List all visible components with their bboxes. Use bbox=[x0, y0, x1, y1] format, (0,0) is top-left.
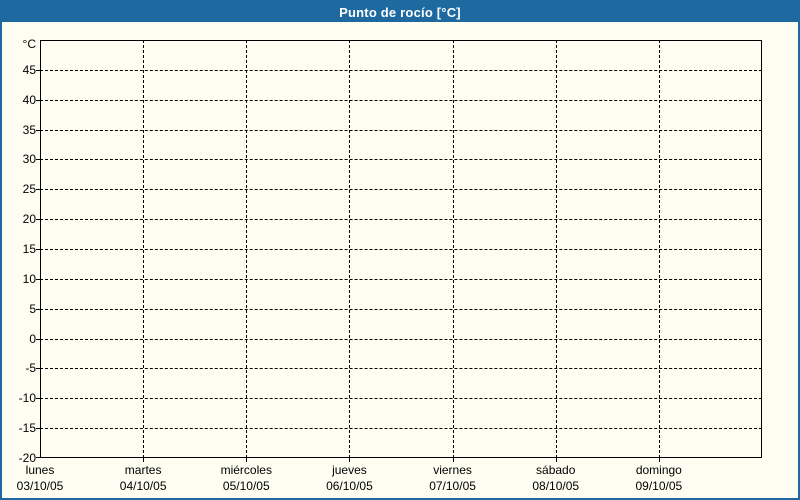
h-gridline bbox=[40, 338, 762, 340]
y-tick-label: 20 bbox=[22, 212, 36, 227]
y-tick-mark bbox=[36, 308, 40, 310]
h-gridline bbox=[40, 278, 762, 280]
x-day-label: jueves bbox=[332, 463, 367, 477]
y-tick-label: 45 bbox=[22, 62, 36, 77]
x-date-label: 06/10/05 bbox=[326, 479, 373, 493]
h-gridline bbox=[40, 368, 762, 370]
x-tick-mark bbox=[349, 458, 351, 462]
x-tick-mark bbox=[452, 458, 454, 462]
y-tick-mark bbox=[36, 189, 40, 191]
h-gridline bbox=[40, 398, 762, 400]
x-date-label: 07/10/05 bbox=[429, 479, 476, 493]
y-tick-mark bbox=[36, 159, 40, 161]
v-gridline bbox=[143, 40, 145, 458]
y-tick-mark bbox=[36, 428, 40, 430]
y-tick-mark bbox=[36, 368, 40, 370]
y-tick-label: 40 bbox=[22, 92, 36, 107]
y-tick-mark bbox=[36, 338, 40, 340]
h-gridline bbox=[40, 99, 762, 101]
x-day-label: miércoles bbox=[220, 463, 272, 477]
x-tick-mark bbox=[143, 458, 145, 462]
x-day-label: sábado bbox=[536, 463, 576, 477]
h-gridline bbox=[40, 69, 762, 71]
chart-title: Punto de rocío [°C] bbox=[339, 4, 461, 20]
v-gridline bbox=[555, 40, 557, 458]
y-tick-mark bbox=[36, 129, 40, 131]
y-tick-mark bbox=[36, 278, 40, 280]
x-tick-mark bbox=[555, 458, 557, 462]
v-gridline bbox=[452, 40, 454, 458]
y-tick-mark bbox=[36, 219, 40, 221]
y-tick-label: 0 bbox=[29, 331, 36, 346]
y-tick-label: 30 bbox=[22, 152, 36, 167]
y-tick-mark bbox=[36, 249, 40, 250]
y-tick-label: -15 bbox=[18, 421, 36, 436]
x-date-label: 05/10/05 bbox=[222, 479, 270, 493]
x-date-label: 04/10/05 bbox=[119, 479, 167, 493]
h-gridline bbox=[40, 129, 762, 131]
y-tick-mark bbox=[36, 398, 40, 400]
y-tick-label: -5 bbox=[25, 361, 36, 376]
h-gridline bbox=[40, 159, 762, 161]
x-tick-mark bbox=[658, 458, 660, 462]
y-tick-label: 25 bbox=[22, 182, 36, 197]
x-day-label: martes bbox=[124, 463, 162, 477]
x-day-label: viernes bbox=[433, 463, 472, 477]
h-gridline bbox=[40, 219, 762, 221]
h-gridline bbox=[40, 428, 762, 430]
chart-content: °C 45 40 35 30 25 20 15 10 5 0 -5 -10 -15 -20 lunes 03/… bbox=[2, 22, 798, 498]
y-tick-mark bbox=[36, 457, 40, 458]
title-bar: Punto de rocío [°C] bbox=[2, 2, 798, 22]
x-date-label: 09/10/05 bbox=[635, 479, 683, 493]
v-gridline bbox=[658, 40, 660, 458]
y-tick-mark bbox=[36, 69, 40, 71]
h-gridline bbox=[40, 249, 762, 250]
x-tick-mark bbox=[246, 458, 248, 462]
y-tick-label: 5 bbox=[29, 301, 36, 316]
y-axis-unit-label: °C bbox=[22, 37, 36, 51]
v-gridline bbox=[349, 40, 351, 458]
h-gridline bbox=[40, 308, 762, 310]
chart-window: Punto de rocío [°C] °C 45 40 35 30 25 20 15 10 5… bbox=[0, 0, 800, 500]
y-tick-mark bbox=[36, 99, 40, 101]
y-tick-label: 15 bbox=[22, 242, 36, 256]
y-tick-label: 35 bbox=[22, 122, 36, 137]
y-tick-label: 10 bbox=[22, 271, 36, 286]
x-day-label: domingo bbox=[635, 463, 682, 477]
y-tick-label: -10 bbox=[18, 391, 36, 406]
h-gridline bbox=[40, 189, 762, 191]
x-date-label: 08/10/05 bbox=[532, 479, 580, 493]
v-gridline bbox=[246, 40, 248, 458]
